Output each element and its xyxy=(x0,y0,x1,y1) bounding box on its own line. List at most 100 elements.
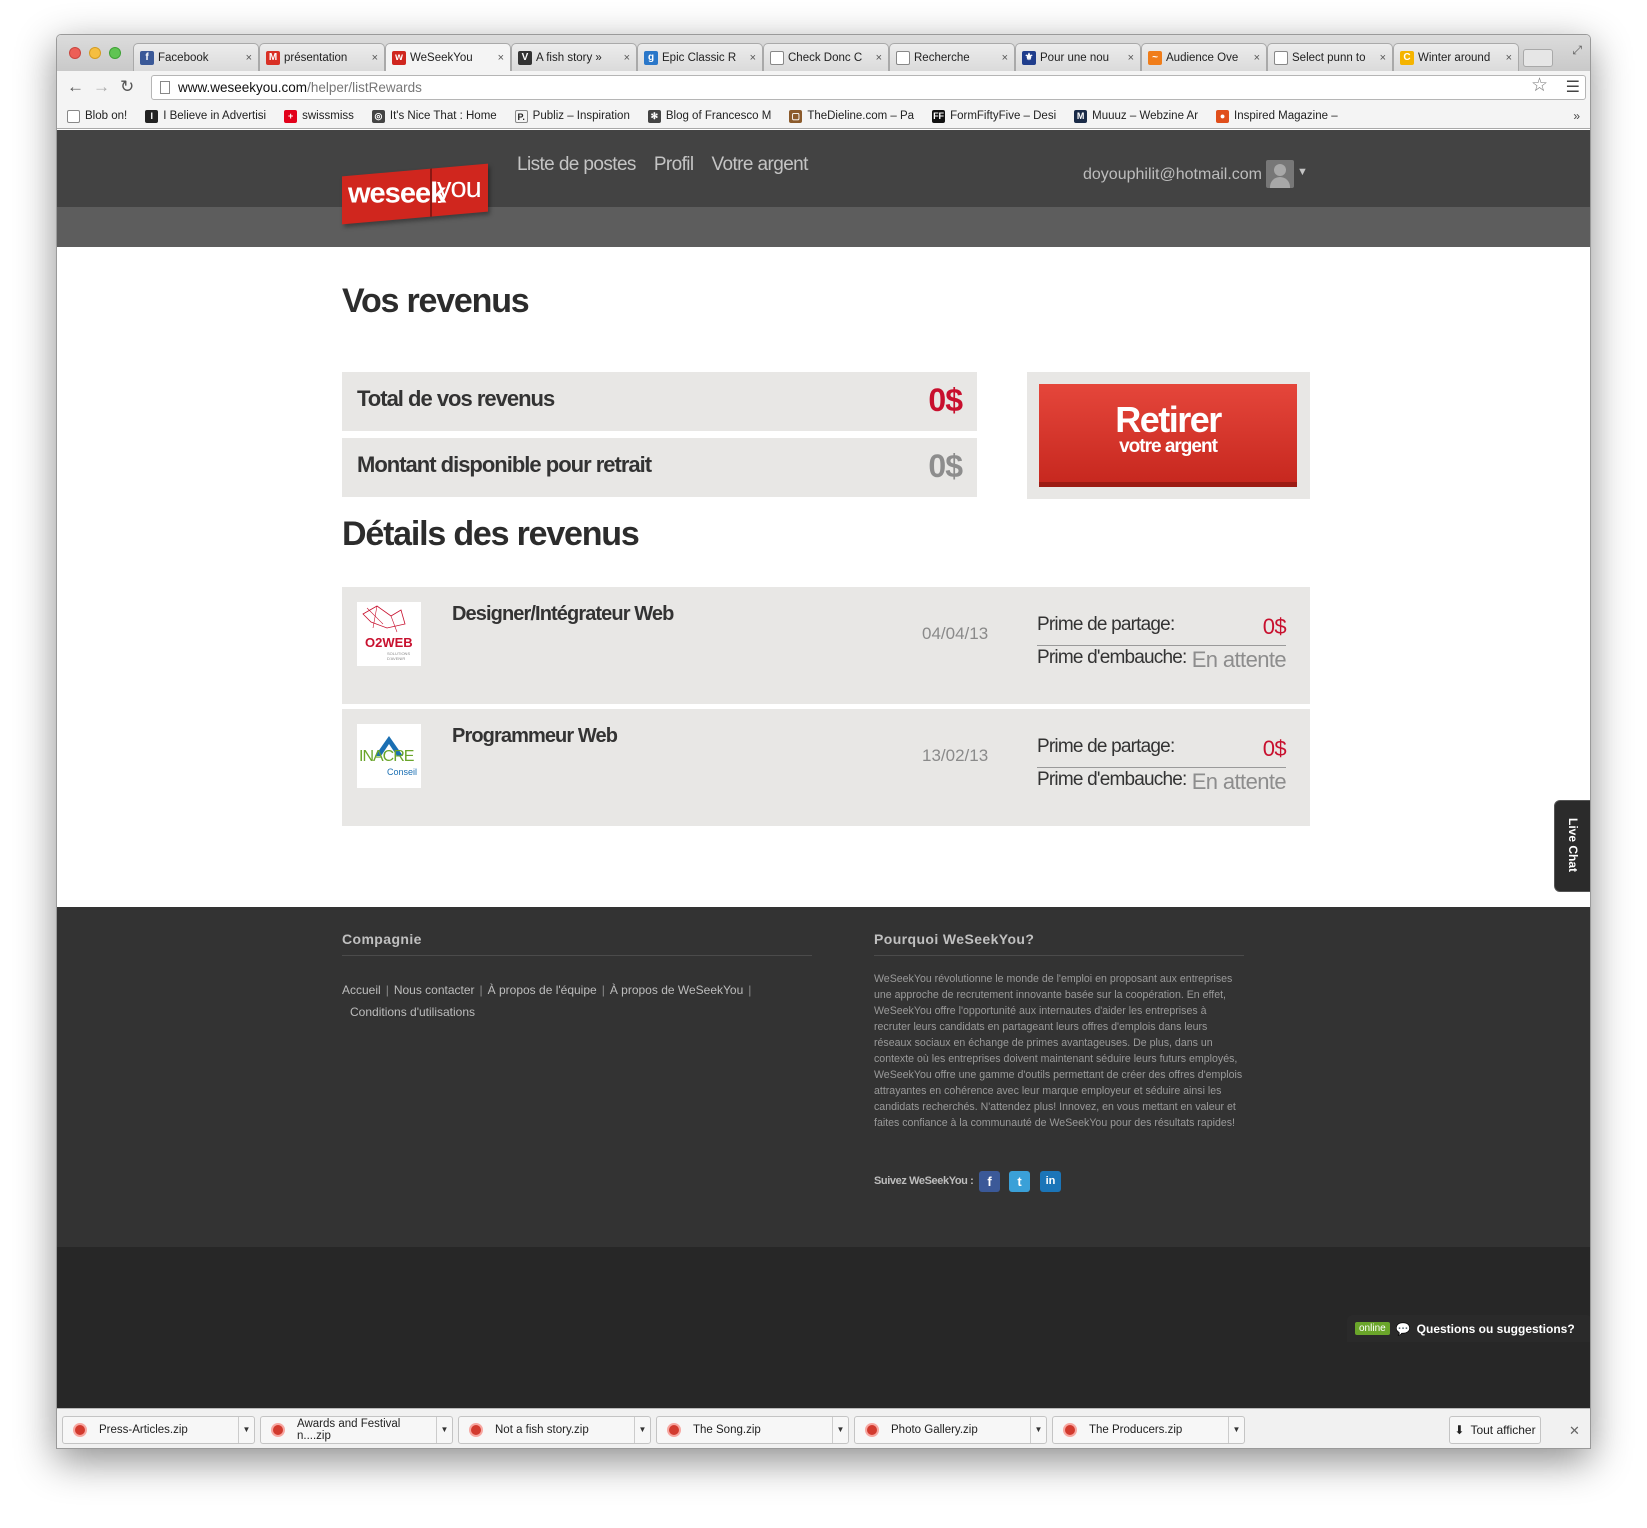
browser-tab[interactable]: C Winter around × xyxy=(1393,43,1519,71)
tab-label: Epic Classic R xyxy=(662,51,737,64)
show-all-downloads-button[interactable]: ⬇ Tout afficher xyxy=(1449,1416,1541,1444)
close-tab-icon[interactable]: × xyxy=(498,52,504,64)
bookmark-item[interactable]: FF FormFiftyFive – Desi xyxy=(932,109,1056,123)
chevron-down-icon[interactable]: ▼ xyxy=(1297,166,1308,178)
bookmark-item[interactable]: P. Publiz – Inspiration xyxy=(514,109,630,123)
download-item[interactable]: The Producers.zip ▼ xyxy=(1052,1416,1245,1444)
more-bookmarks-icon[interactable]: » xyxy=(1573,109,1580,123)
tab-label: Winter around xyxy=(1418,51,1491,64)
minimize-window-button[interactable] xyxy=(89,47,101,59)
close-tab-icon[interactable]: × xyxy=(1128,52,1134,64)
job-title[interactable]: Programmeur Web xyxy=(452,725,618,748)
job-title[interactable]: Designer/Intégrateur Web xyxy=(452,603,674,626)
menu-icon[interactable]: ☰ xyxy=(1566,77,1580,97)
nav-profil[interactable]: Profil xyxy=(654,154,694,176)
chevron-down-icon[interactable]: ▼ xyxy=(1228,1417,1244,1443)
bookmark-item[interactable]: I I Believe in Advertisi xyxy=(145,109,266,123)
bookmark-item[interactable]: ✻ Blog of Francesco M xyxy=(647,109,771,123)
new-tab-button[interactable] xyxy=(1523,49,1553,67)
nav-votre-argent[interactable]: Votre argent xyxy=(712,154,809,176)
divider xyxy=(1037,645,1286,646)
bookmark-item[interactable]: ● Inspired Magazine – xyxy=(1216,109,1338,123)
browser-toolbar: ← → ↻ www.weseekyou.com/helper/listRewar… xyxy=(57,71,1590,104)
footer-link-conditions[interactable]: Conditions d'utilisations xyxy=(350,1005,475,1019)
live-chat-tab[interactable]: Live Chat xyxy=(1554,800,1590,892)
feedback-widget[interactable]: online 💬 Questions ou suggestions? xyxy=(1347,1315,1590,1342)
close-tab-icon[interactable]: × xyxy=(1254,52,1260,64)
download-item[interactable]: Press-Articles.zip ▼ xyxy=(62,1416,255,1444)
list-item[interactable]: INACRE Conseil Programmeur Web 13/02/13 … xyxy=(342,709,1310,826)
link-separator: | xyxy=(385,983,389,997)
twitter-icon[interactable]: t xyxy=(1009,1171,1030,1192)
browser-tab[interactable]: ⚜ Pour une nou × xyxy=(1015,43,1141,71)
bookmark-item[interactable]: ◎ It's Nice That : Home xyxy=(371,109,497,123)
bookmark-star-icon[interactable]: ☆ xyxy=(1531,74,1548,97)
chevron-down-icon[interactable]: ▼ xyxy=(436,1417,452,1443)
download-name: Not a fish story.zip xyxy=(495,1424,589,1436)
chevron-down-icon[interactable]: ▼ xyxy=(1030,1417,1046,1443)
total-revenue-box: Total de vos revenus 0$ xyxy=(342,372,977,431)
footer-link-accueil[interactable]: Accueil xyxy=(342,983,381,997)
download-name: Awards and Festival n....zip xyxy=(297,1418,401,1442)
linkedin-icon[interactable]: in xyxy=(1040,1171,1061,1192)
browser-tab[interactable]: Mprésentation × xyxy=(259,43,385,71)
download-item[interactable]: The Song.zip ▼ xyxy=(656,1416,849,1444)
browser-tab[interactable]: w WeSeekYou × xyxy=(385,43,511,71)
chevron-down-icon[interactable]: ▼ xyxy=(634,1417,650,1443)
close-tab-icon[interactable]: × xyxy=(1506,52,1512,64)
nav-liste-de-postes[interactable]: Liste de postes xyxy=(517,154,636,176)
close-tab-icon[interactable]: × xyxy=(750,52,756,64)
close-tab-icon[interactable]: × xyxy=(1380,52,1386,64)
favicon-icon: w xyxy=(392,50,406,65)
close-tab-icon[interactable]: × xyxy=(246,52,252,64)
back-icon[interactable]: ← xyxy=(67,77,84,97)
footer-link-contact[interactable]: Nous contacter xyxy=(394,983,475,997)
tab-label: Check Donc C xyxy=(788,51,863,64)
download-item[interactable]: Awards and Festival n....zip ▼ xyxy=(260,1416,453,1444)
bookmark-item[interactable]: + swissmiss xyxy=(284,109,354,123)
chevron-down-icon[interactable]: ▼ xyxy=(238,1417,254,1443)
browser-tab[interactable]: f Facebook × xyxy=(133,43,259,71)
download-item[interactable]: Not a fish story.zip ▼ xyxy=(458,1416,651,1444)
footer-link-equipe[interactable]: À propos de l'équipe xyxy=(488,983,597,997)
bookmark-item[interactable]: ▢ TheDieline.com – Pa xyxy=(789,109,914,123)
available-amount-label: Montant disponible pour retrait xyxy=(357,452,652,477)
browser-tab[interactable]: Select punn to × xyxy=(1267,43,1393,71)
forward-icon[interactable]: → xyxy=(93,77,110,97)
footer-links: Accueil | Nous contacter | À propos de l'équ… xyxy=(342,979,762,1023)
fullscreen-icon[interactable]: ⤢ xyxy=(1572,43,1582,58)
browser-tab[interactable]: Recherche × xyxy=(889,43,1015,71)
withdraw-button[interactable]: Retirer votre argent xyxy=(1039,384,1297,487)
bookmark-item[interactable]: M Muuuz – Webzine Ar xyxy=(1074,109,1198,123)
logo-part-2: you xyxy=(437,172,481,205)
close-icon[interactable]: ✕ xyxy=(1569,1423,1580,1439)
bookmark-item[interactable]: Blob on! xyxy=(67,109,127,123)
downloads-bar: Press-Articles.zip ▼ Awards and Festival n… xyxy=(57,1408,1590,1448)
browser-tab[interactable]: g Epic Classic R × xyxy=(637,43,763,71)
footer-link-weseekyou[interactable]: À propos de WeSeekYou xyxy=(610,983,743,997)
reload-icon[interactable]: ↻ xyxy=(120,77,134,97)
download-name: The Song.zip xyxy=(693,1424,761,1436)
close-tab-icon[interactable]: × xyxy=(624,52,630,64)
zoom-window-button[interactable] xyxy=(109,47,121,59)
browser-tab[interactable]: ~ Audience Ove × xyxy=(1141,43,1267,71)
chevron-down-icon[interactable]: ▼ xyxy=(832,1417,848,1443)
facebook-icon[interactable]: f xyxy=(979,1171,1000,1192)
close-tab-icon[interactable]: × xyxy=(372,52,378,64)
share-bonus-value: 0$ xyxy=(1262,736,1287,761)
close-window-button[interactable] xyxy=(69,47,81,59)
close-tab-icon[interactable]: × xyxy=(876,52,882,64)
favicon-icon xyxy=(1274,50,1288,65)
footer-why-text: WeSeekYou révolutionne le monde de l'emp… xyxy=(874,973,1243,1129)
user-email[interactable]: doyouphilit@hotmail.com xyxy=(1083,166,1262,184)
address-bar[interactable]: www.weseekyou.com/helper/listRewards xyxy=(151,75,1586,100)
bookmark-icon: ✻ xyxy=(647,109,661,123)
browser-tab[interactable]: Check Donc C × xyxy=(763,43,889,71)
download-item[interactable]: Photo Gallery.zip ▼ xyxy=(854,1416,1047,1444)
list-item[interactable]: O2WEB SOLUTIONS D'AVENIR Designer/Intégr… xyxy=(342,587,1310,704)
browser-tab[interactable]: V A fish story » × xyxy=(511,43,637,71)
site-subbar xyxy=(57,207,1590,247)
avatar[interactable] xyxy=(1266,160,1294,188)
browser-tabs: f Facebook × Mprésentation × w WeSeekYou × V A fi… xyxy=(133,43,1553,71)
close-tab-icon[interactable]: × xyxy=(1002,52,1008,64)
